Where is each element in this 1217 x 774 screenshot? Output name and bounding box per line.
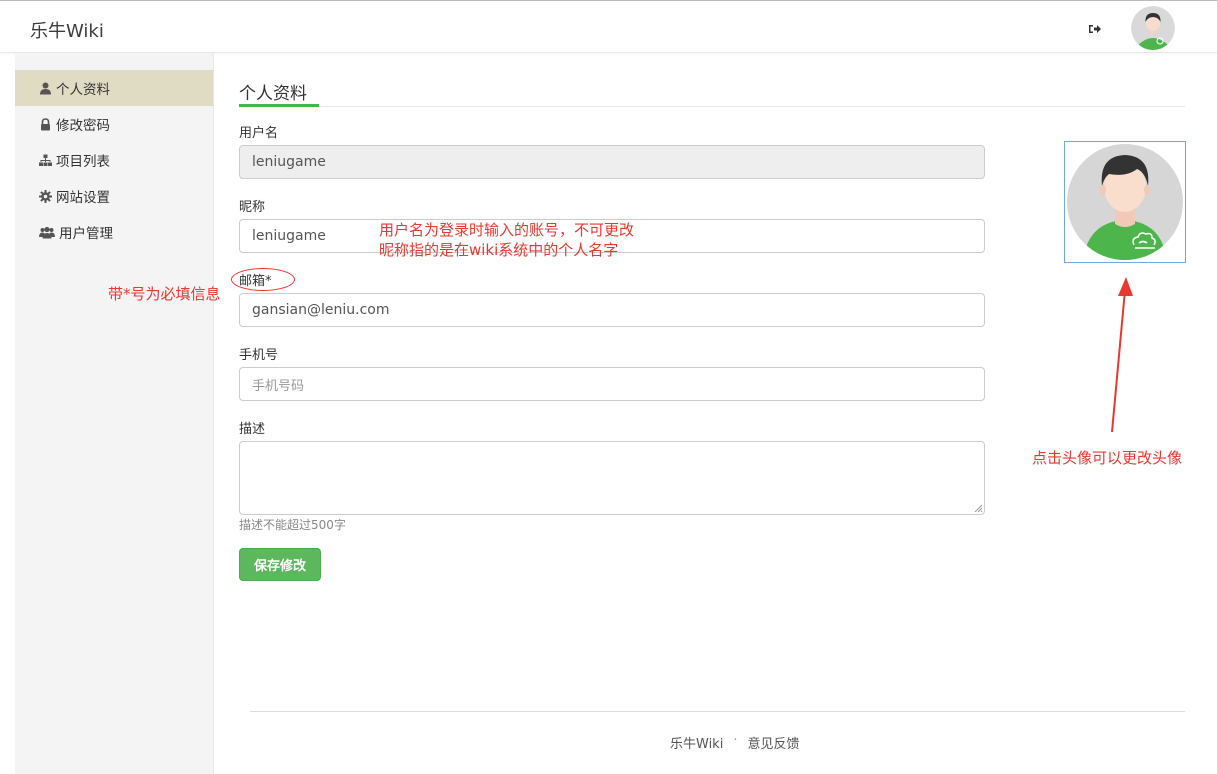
- sidebar-item-label: 网站设置: [56, 190, 110, 206]
- save-button[interactable]: 保存修改: [239, 548, 321, 581]
- sidebar-item-label: 用户管理: [59, 226, 113, 242]
- footer: 乐牛Wiki · 意见反馈: [670, 733, 799, 752]
- nickname-label: 昵称: [239, 200, 266, 215]
- avatar-upload[interactable]: [1064, 141, 1186, 263]
- sidebar-item-label: 项目列表: [56, 154, 110, 170]
- top-navbar: 乐牛Wiki: [0, 0, 1217, 53]
- annotation-arrow: [1111, 277, 1133, 433]
- annotation-line-1: 用户名为登录时输入的账号，不可更改: [379, 221, 635, 239]
- sidebar-item-user-management[interactable]: 用户管理: [15, 214, 213, 250]
- sign-out-icon[interactable]: [1088, 21, 1102, 35]
- email-field[interactable]: gansian@leniu.com: [239, 293, 985, 327]
- email-highlight-ellipse: [231, 268, 295, 291]
- sidebar-item-label: 个人资料: [56, 82, 110, 98]
- gear-icon: [39, 189, 52, 203]
- resize-grip-icon[interactable]: [974, 504, 982, 512]
- footer-feedback-link[interactable]: 意见反馈: [747, 733, 799, 752]
- brand-logo[interactable]: 乐牛Wiki: [30, 17, 104, 43]
- sidebar-item-site-settings[interactable]: 网站设置: [15, 178, 213, 214]
- users-icon: [39, 226, 55, 238]
- lock-icon: [41, 117, 50, 130]
- avatar-annotation: 点击头像可以更改头像: [1032, 449, 1183, 467]
- sidebar: 个人资料 修改密码 项目列表 网站设置 用户管理: [15, 53, 214, 774]
- sitemap-icon: [39, 154, 52, 166]
- user-avatar[interactable]: [1131, 6, 1175, 50]
- sidebar-item-projects[interactable]: 项目列表: [15, 142, 213, 178]
- page-title: 个人资料: [239, 84, 307, 104]
- title-underline: [239, 104, 319, 107]
- username-label: 用户名: [239, 126, 279, 141]
- required-annotation: 带*号为必填信息: [108, 285, 221, 303]
- nickname-annotation: 用户名为登录时输入的账号，不可更改 昵称指的是在wiki系统中的个人名字: [379, 220, 634, 260]
- annotation-line-2: 昵称指的是在wiki系统中的个人名字: [379, 241, 619, 259]
- username-field: leniugame: [239, 145, 985, 179]
- description-label: 描述: [239, 422, 266, 437]
- footer-separator: ·: [733, 733, 738, 748]
- user-icon: [40, 82, 51, 94]
- description-textarea[interactable]: [239, 441, 985, 515]
- phone-field[interactable]: 手机号码: [239, 367, 985, 401]
- sidebar-item-label: 修改密码: [56, 118, 110, 134]
- description-help: 描述不能超过500字: [239, 518, 346, 532]
- footer-brand-link[interactable]: 乐牛Wiki: [670, 733, 723, 752]
- phone-label: 手机号: [239, 348, 279, 363]
- sidebar-item-password[interactable]: 修改密码: [15, 106, 213, 142]
- title-divider: [239, 106, 1185, 107]
- footer-divider: [250, 711, 1185, 712]
- sidebar-item-profile[interactable]: 个人资料: [15, 70, 213, 106]
